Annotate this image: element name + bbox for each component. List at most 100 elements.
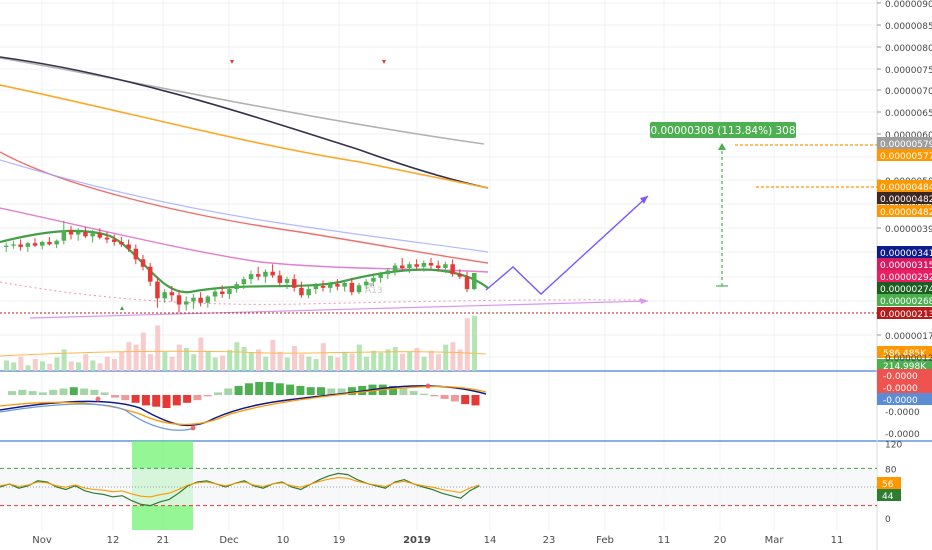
macd-histogram-bar xyxy=(90,389,99,395)
volume-bar xyxy=(148,354,153,371)
candle-body xyxy=(342,282,347,287)
candle-body xyxy=(25,243,31,247)
candle-body xyxy=(392,265,398,271)
price-tick-label: 0.00000650 xyxy=(885,109,932,119)
volume-bar xyxy=(119,351,125,371)
volume-bar xyxy=(126,342,132,371)
candle-body xyxy=(421,263,427,267)
volume-bar xyxy=(68,361,74,371)
volume-bar xyxy=(335,357,341,371)
candle-body xyxy=(184,301,189,305)
macd-cross-marker xyxy=(425,383,431,389)
volume-bar xyxy=(320,343,326,371)
candle-body xyxy=(256,274,261,277)
macd-histogram-bar xyxy=(265,382,274,395)
macd-histogram-bar xyxy=(317,387,325,395)
macd-histogram-bar xyxy=(38,392,47,395)
candle-body xyxy=(220,291,225,295)
candle-body xyxy=(443,264,448,268)
price-tick-label: 0.00000750 xyxy=(885,66,932,76)
projection-path[interactable] xyxy=(485,195,649,295)
macd-tag-label: -0.0000 xyxy=(883,384,918,394)
macd-cross-marker xyxy=(190,425,196,431)
candle-body xyxy=(83,232,88,237)
price-tick-label: 0.00000700 xyxy=(885,87,932,97)
rsi-tick-label: 80 xyxy=(885,465,897,475)
arrowhead-support xyxy=(640,298,648,304)
candle-body xyxy=(320,285,326,288)
macd-histogram-bar xyxy=(111,395,119,398)
candle-body xyxy=(234,284,239,290)
annotation-label: A13 xyxy=(365,286,383,296)
macd-histogram-bar xyxy=(286,384,295,395)
ma-dark xyxy=(0,56,489,189)
macd-histogram-bar xyxy=(28,391,37,395)
volume-bar xyxy=(234,342,240,371)
sell-signal-marker xyxy=(230,60,234,64)
volume-bar xyxy=(18,356,24,371)
candle-body xyxy=(328,284,333,288)
candle-body xyxy=(169,292,175,296)
candle-body xyxy=(299,287,304,296)
price-tag-label: 0.00000315 xyxy=(880,261,932,271)
macd-histogram-bar xyxy=(306,387,315,395)
price-tag-label: 0.00000341 xyxy=(880,249,932,259)
macd-panel: -0.0000 -0.0000 -0.0000 -0.0000 -0.0000 xyxy=(0,369,932,440)
volume-bar xyxy=(220,355,225,371)
volume-bar xyxy=(83,354,89,371)
candle-body xyxy=(464,276,470,290)
volume-bar xyxy=(407,351,413,371)
price-tick-label: 0.00000800 xyxy=(885,44,932,54)
candle-body xyxy=(407,264,412,268)
volume-bar xyxy=(450,342,456,371)
macd-histogram-bar xyxy=(244,383,253,395)
candle-body xyxy=(191,297,196,302)
candle-body xyxy=(385,270,391,275)
volume-bar xyxy=(32,359,38,371)
candle-body xyxy=(472,272,477,290)
candle-body xyxy=(400,265,405,268)
price-tag-label: 0.00000268 xyxy=(880,297,932,307)
volume-bar xyxy=(112,359,117,371)
volume-bar xyxy=(155,325,161,371)
candle-body xyxy=(263,271,268,277)
volume-bar xyxy=(212,357,218,371)
candlesticks xyxy=(4,220,477,313)
volume-bar xyxy=(472,315,477,371)
time-tick-label: Mar xyxy=(765,535,785,546)
candle-body xyxy=(104,237,110,240)
volume-bar xyxy=(227,349,233,371)
candle-body xyxy=(97,233,103,238)
candle-body xyxy=(90,233,95,237)
candle-body xyxy=(68,230,74,235)
volume-bar xyxy=(263,356,269,371)
volume-bar xyxy=(428,350,434,371)
macd-histogram-bar xyxy=(152,395,161,407)
candle-body xyxy=(356,285,362,293)
macd-cross-marker xyxy=(95,396,101,402)
volume-bars: 586.485K214.998K xyxy=(0,315,932,372)
candle-body xyxy=(241,279,247,285)
macd-histogram-bar xyxy=(131,395,140,403)
candle-body xyxy=(306,289,311,296)
time-tick-label: Feb xyxy=(596,535,614,546)
volume-bar xyxy=(313,359,319,371)
candle-body xyxy=(162,292,167,299)
volume-bar xyxy=(169,356,175,371)
macd-tag-label: -0.0000 xyxy=(883,396,918,406)
volume-bar xyxy=(364,356,369,371)
volume-bar xyxy=(436,354,441,371)
macd-histogram-bar xyxy=(141,395,150,406)
macd-histogram-bar xyxy=(203,395,212,397)
time-axis[interactable]: Nov 12 21 Dec 10 19 2019 14 23 Feb 11 20 Mar 11 xyxy=(32,535,843,546)
macd-histogram-bar xyxy=(100,392,109,395)
volume-bar xyxy=(133,344,139,371)
time-tick-label: Dec xyxy=(219,535,238,546)
rsi-tick-label: 120 xyxy=(885,441,902,451)
price-tick-label: 0.00000170 xyxy=(885,332,932,342)
macd-histogram-bar xyxy=(49,389,58,395)
candle-body xyxy=(18,244,23,247)
volume-bar xyxy=(198,337,204,371)
candle-body xyxy=(450,264,455,275)
volume-bar xyxy=(11,362,17,371)
